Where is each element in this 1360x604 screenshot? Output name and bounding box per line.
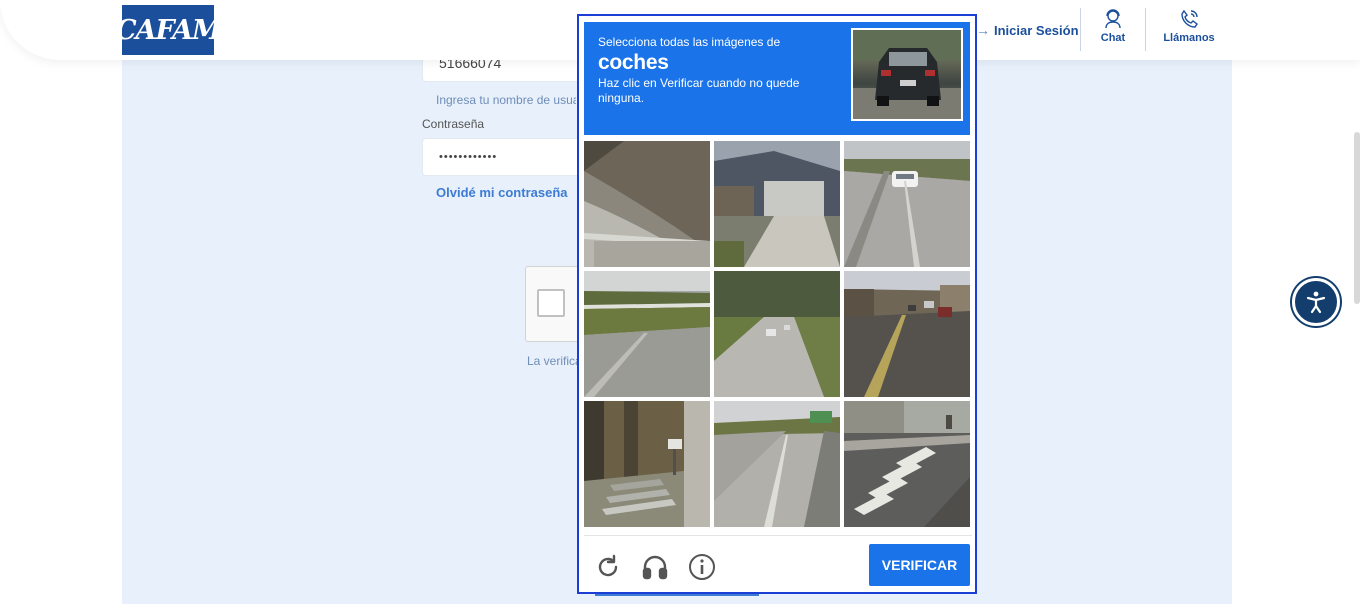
captcha-tile-road-white-car[interactable]	[844, 141, 970, 267]
submit-underline	[595, 594, 759, 596]
chat-label: Chat	[1100, 32, 1126, 44]
captcha-instructions: Selecciona todas las imágenes de coches …	[584, 22, 970, 135]
captcha-instruction-line: Selecciona todas las imágenes de	[598, 35, 781, 49]
chat-agent-icon	[1105, 9, 1121, 29]
info-icon[interactable]	[687, 552, 717, 582]
captcha-target-word: coches	[598, 51, 669, 74]
captcha-tile-road-guardrail[interactable]	[584, 271, 710, 397]
reload-icon[interactable]	[593, 552, 623, 582]
header-divider	[1145, 8, 1146, 51]
login-label: Iniciar Sesión	[994, 22, 1079, 38]
captcha-image-grid	[584, 141, 972, 529]
verification-note: La verificación	[527, 354, 579, 368]
verify-button[interactable]: VERIFICAR	[869, 544, 970, 586]
captcha-tile-stairs-forest[interactable]	[584, 401, 710, 527]
audio-icon[interactable]	[640, 552, 670, 582]
phone-icon	[1181, 9, 1198, 28]
captcha-footer-divider	[584, 535, 972, 536]
header-divider	[1080, 8, 1081, 51]
captcha-tile-highway-road[interactable]	[714, 401, 840, 527]
call-label: Llámanos	[1163, 32, 1215, 44]
username-hint: Ingresa tu nombre de usuario	[436, 93, 576, 107]
login-link[interactable]: → Iniciar Sesión	[976, 20, 1079, 40]
password-field[interactable]: ••••••••••••	[422, 138, 592, 176]
captcha-tile-street-cars[interactable]	[844, 271, 970, 397]
page-scrollbar[interactable]	[1354, 132, 1360, 304]
captcha-tile-crosswalk[interactable]	[844, 401, 970, 527]
password-label: Contraseña	[422, 117, 485, 131]
captcha-instruction-note: Haz clic en Verificar cuando no quede ni…	[598, 76, 800, 105]
accessibility-button[interactable]	[1292, 278, 1340, 326]
login-arrow-icon: →	[976, 22, 990, 38]
recaptcha-checkbox[interactable]	[537, 289, 565, 317]
captcha-challenge-dialog: Selecciona todas las imágenes de coches …	[577, 14, 977, 594]
accessibility-icon	[1306, 291, 1326, 314]
captcha-tile-garage-house[interactable]	[714, 141, 840, 267]
chat-button[interactable]: Chat	[1100, 8, 1126, 44]
captcha-sample-image	[851, 28, 963, 121]
captcha-tile-curved-road[interactable]	[714, 271, 840, 397]
forgot-password-link[interactable]: Olvidé mi contraseña	[436, 185, 568, 200]
call-button[interactable]: Llámanos	[1162, 8, 1216, 44]
captcha-tile-overpass[interactable]	[584, 141, 710, 267]
cafam-logo[interactable]: CAFAM	[115, 5, 222, 55]
